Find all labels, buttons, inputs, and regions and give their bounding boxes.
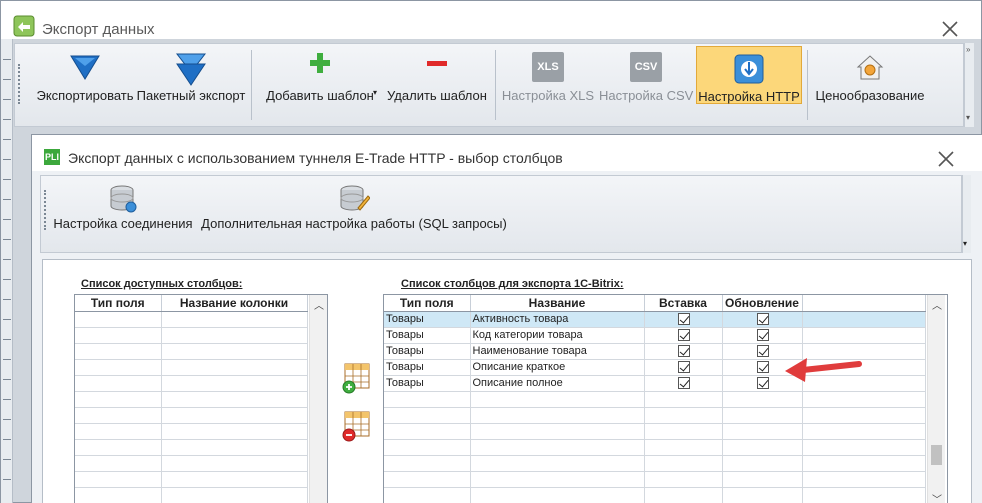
advanced-settings-button[interactable]: Дополнительная настройка работы (SQL зап… — [201, 178, 507, 236]
update-checkbox[interactable] — [757, 361, 769, 374]
column-header-field-type[interactable]: Тип поля — [75, 295, 162, 312]
batch-export-icon — [175, 53, 207, 86]
table-row[interactable] — [384, 455, 926, 472]
toolbar-overflow[interactable]: ▾ — [962, 175, 971, 253]
database-icon — [110, 185, 137, 213]
http-icon — [734, 54, 764, 84]
insert-checkbox[interactable] — [678, 313, 690, 326]
column-header-name[interactable]: Название — [470, 295, 645, 312]
plus-icon — [310, 53, 330, 73]
table-row[interactable] — [384, 439, 926, 456]
update-checkbox[interactable] — [757, 377, 769, 390]
table-row[interactable] — [75, 375, 308, 392]
column-header-insert[interactable]: Вставка — [644, 295, 723, 312]
insert-checkbox[interactable] — [678, 329, 690, 342]
table-row[interactable] — [75, 327, 308, 344]
export-columns-label: Список столбцов для экспорта 1С-Bitrix: — [401, 278, 624, 290]
table-row[interactable] — [384, 407, 926, 424]
update-checkbox[interactable] — [757, 313, 769, 326]
insert-checkbox[interactable] — [678, 361, 690, 374]
table-row[interactable] — [75, 423, 308, 440]
column-lists-panel: Список доступных столбцов: Тип поля Назв… — [42, 259, 972, 503]
column-selection-dialog: PLI Экспорт данных с использованием тунн… — [31, 134, 982, 503]
table-row[interactable]: Товары Активность товара — [384, 311, 926, 328]
add-template-button[interactable]: Добавить шаблон ▾ — [259, 46, 381, 104]
table-row[interactable] — [384, 487, 926, 503]
table-row[interactable] — [75, 487, 308, 503]
vertical-scrollbar[interactable]: ︿ — [309, 295, 327, 503]
insert-checkbox[interactable] — [678, 377, 690, 390]
toolbar-overflow[interactable]: » ▾ — [964, 43, 974, 127]
table-row[interactable] — [75, 455, 308, 472]
table-row[interactable] — [75, 311, 308, 328]
window-titlebar: Экспорт данных — [1, 1, 981, 39]
http-settings-button[interactable]: Настройка HTTP — [696, 46, 802, 104]
house-icon — [856, 55, 884, 80]
delete-template-button[interactable]: Удалить шаблон — [381, 46, 493, 104]
dialog-toolbar: Настройка соединения Дополнительная наст… — [40, 175, 962, 253]
minus-icon — [427, 61, 447, 66]
table-row[interactable] — [384, 423, 926, 440]
remove-column-button[interactable] — [341, 410, 371, 442]
annotation-arrow-icon — [785, 358, 862, 382]
chevron-up-icon[interactable]: ︿ — [932, 297, 942, 312]
chevron-down-icon: ▾ — [373, 88, 378, 97]
column-header-field-type[interactable]: Тип поля — [384, 295, 471, 312]
connection-settings-button[interactable]: Настройка соединения — [51, 178, 195, 236]
available-columns-grid[interactable]: Тип поля Название колонки ︿ — [74, 294, 328, 503]
table-row[interactable] — [75, 407, 308, 424]
app-icon — [13, 15, 35, 37]
column-header-update[interactable]: Обновление — [722, 295, 803, 312]
table-row[interactable] — [384, 471, 926, 488]
table-row[interactable] — [75, 391, 308, 408]
database-edit-icon — [340, 185, 370, 211]
export-columns-grid[interactable]: Тип поля Название Вставка Обновление Тов… — [383, 294, 948, 503]
export-data-window: Экспорт данных Экспортировать Пакетный э… — [0, 0, 982, 503]
xls-icon: XLS — [532, 52, 564, 82]
table-row[interactable] — [75, 343, 308, 360]
export-arrow-icon — [70, 55, 100, 80]
scrollbar-thumb[interactable] — [931, 445, 942, 465]
table-row[interactable] — [75, 439, 308, 456]
main-toolbar: Экспортировать Пакетный экспорт Добавить… — [14, 43, 964, 127]
column-header-column-name[interactable]: Название колонки — [161, 295, 308, 312]
close-icon[interactable] — [936, 149, 956, 169]
pricing-button[interactable]: Ценообразование — [811, 46, 929, 104]
export-button[interactable]: Экспортировать — [27, 46, 143, 104]
close-icon[interactable] — [940, 19, 960, 39]
table-row[interactable] — [75, 471, 308, 488]
window-title: Экспорт данных — [42, 21, 155, 38]
chevron-up-icon[interactable]: ︿ — [314, 297, 324, 312]
dialog-titlebar: PLI Экспорт данных с использованием тунн… — [32, 135, 982, 171]
update-checkbox[interactable] — [757, 329, 769, 342]
available-columns-label: Список доступных столбцов: — [81, 278, 243, 290]
add-column-button[interactable] — [341, 362, 371, 394]
table-row[interactable]: Товары Код категории товара — [384, 327, 926, 344]
table-row[interactable] — [384, 391, 926, 408]
batch-export-button[interactable]: Пакетный экспорт — [135, 46, 247, 104]
dialog-title: Экспорт данных с использованием туннеля … — [68, 150, 563, 166]
left-ruler — [1, 39, 13, 503]
toolbar-grip[interactable] — [18, 64, 21, 104]
csv-icon: CSV — [630, 52, 662, 82]
chevron-down-icon[interactable]: ﹀ — [932, 491, 942, 503]
toolbar-grip[interactable] — [44, 190, 47, 230]
table-row[interactable] — [75, 359, 308, 376]
dialog-icon: PLI — [44, 149, 60, 165]
insert-checkbox[interactable] — [678, 345, 690, 358]
update-checkbox[interactable] — [757, 345, 769, 358]
xls-settings-button[interactable]: XLS Настройка XLS — [501, 46, 595, 104]
csv-settings-button[interactable]: CSV Настройка CSV — [599, 46, 693, 104]
vertical-scrollbar[interactable]: ︿ ﹀ — [927, 295, 945, 503]
